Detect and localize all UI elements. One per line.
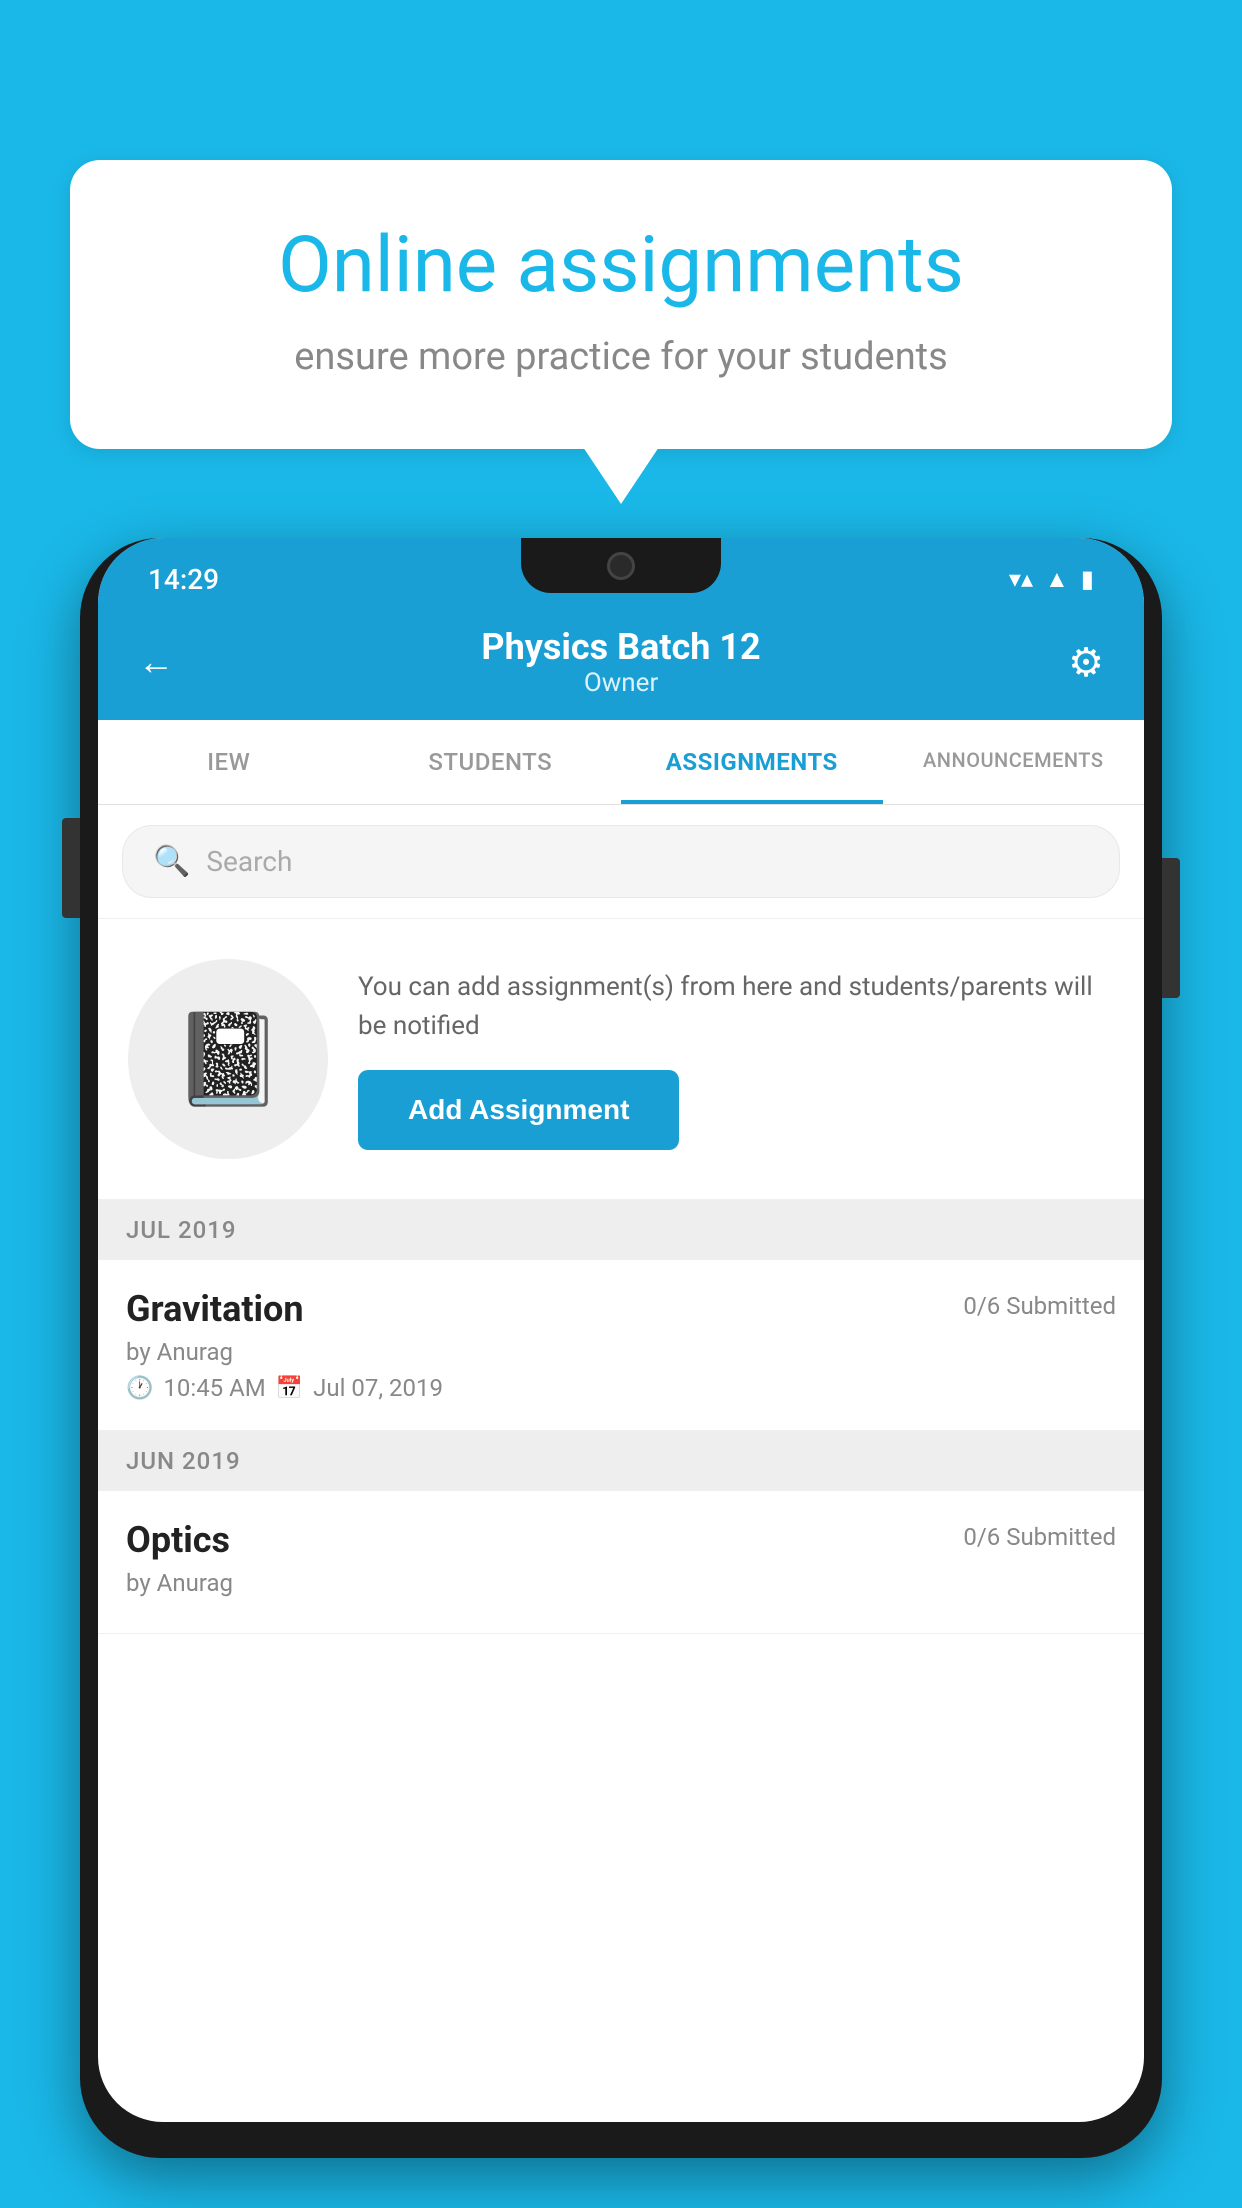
search-icon: 🔍 [153, 844, 190, 879]
phone-screen: 14:29 ▾▴ ▲ ▮ ← Physics Batch 12 Owner ⚙ [98, 538, 1144, 2122]
status-time: 14:29 [148, 563, 219, 596]
header-center: Physics Batch 12 Owner [174, 626, 1068, 698]
section-divider-jun: JUN 2019 [98, 1431, 1144, 1491]
tabs-container: IEW STUDENTS ASSIGNMENTS ANNOUNCEMENTS [98, 720, 1144, 805]
signal-icon: ▲ [1045, 565, 1069, 594]
header-subtitle: Owner [174, 668, 1068, 698]
assignment-submitted-optics: 0/6 Submitted [963, 1523, 1116, 1551]
search-bar[interactable]: 🔍 Search [122, 825, 1120, 898]
add-assignment-description: You can add assignment(s) from here and … [358, 968, 1114, 1046]
tab-iew[interactable]: IEW [98, 720, 360, 804]
battery-icon: ▮ [1081, 565, 1094, 593]
assignment-time: 10:45 AM [163, 1374, 265, 1402]
notebook-icon: 📓 [172, 1007, 284, 1112]
section-divider-jul: JUL 2019 [98, 1200, 1144, 1260]
speech-bubble-container: Online assignments ensure more practice … [70, 160, 1172, 449]
back-button[interactable]: ← [138, 641, 174, 683]
assignment-date: Jul 07, 2019 [313, 1374, 443, 1402]
notch-camera [607, 552, 635, 580]
header-title: Physics Batch 12 [174, 626, 1068, 668]
assignment-submitted: 0/6 Submitted [963, 1292, 1116, 1320]
phone-notch [521, 538, 721, 593]
assignment-by: by Anurag [126, 1338, 1116, 1366]
tab-assignments[interactable]: ASSIGNMENTS [621, 720, 883, 804]
assignment-row-top: Gravitation 0/6 Submitted [126, 1288, 1116, 1330]
app-header: ← Physics Batch 12 Owner ⚙ [98, 610, 1144, 720]
gear-icon[interactable]: ⚙ [1068, 639, 1104, 686]
add-assignment-section: 📓 You can add assignment(s) from here an… [98, 919, 1144, 1200]
add-assignment-content: You can add assignment(s) from here and … [358, 968, 1114, 1150]
assignment-name-optics: Optics [126, 1519, 230, 1561]
assignment-name: Gravitation [126, 1288, 304, 1330]
search-placeholder: Search [206, 845, 292, 878]
add-assignment-button[interactable]: Add Assignment [358, 1070, 679, 1150]
phone-outer: 14:29 ▾▴ ▲ ▮ ← Physics Batch 12 Owner ⚙ [80, 538, 1162, 2158]
speech-bubble: Online assignments ensure more practice … [70, 160, 1172, 449]
assignment-item-gravitation[interactable]: Gravitation 0/6 Submitted by Anurag 🕐 10… [98, 1260, 1144, 1431]
tab-announcements[interactable]: ANNOUNCEMENTS [883, 720, 1145, 804]
assignment-item-optics[interactable]: Optics 0/6 Submitted by Anurag [98, 1491, 1144, 1634]
phone-container: 14:29 ▾▴ ▲ ▮ ← Physics Batch 12 Owner ⚙ [80, 520, 1162, 2208]
tab-students[interactable]: STUDENTS [360, 720, 622, 804]
assignment-icon-circle: 📓 [128, 959, 328, 1159]
assignment-by-optics: by Anurag [126, 1569, 1116, 1597]
status-icons: ▾▴ ▲ ▮ [1009, 565, 1094, 594]
assignment-row-top-optics: Optics 0/6 Submitted [126, 1519, 1116, 1561]
bubble-subtitle: ensure more practice for your students [150, 335, 1092, 379]
bubble-title: Online assignments [150, 220, 1092, 311]
assignment-meta: 🕐 10:45 AM 📅 Jul 07, 2019 [126, 1374, 1116, 1402]
wifi-icon: ▾▴ [1009, 565, 1033, 593]
search-container: 🔍 Search [98, 805, 1144, 919]
clock-icon: 🕐 [126, 1376, 153, 1401]
calendar-icon: 📅 [276, 1376, 303, 1401]
